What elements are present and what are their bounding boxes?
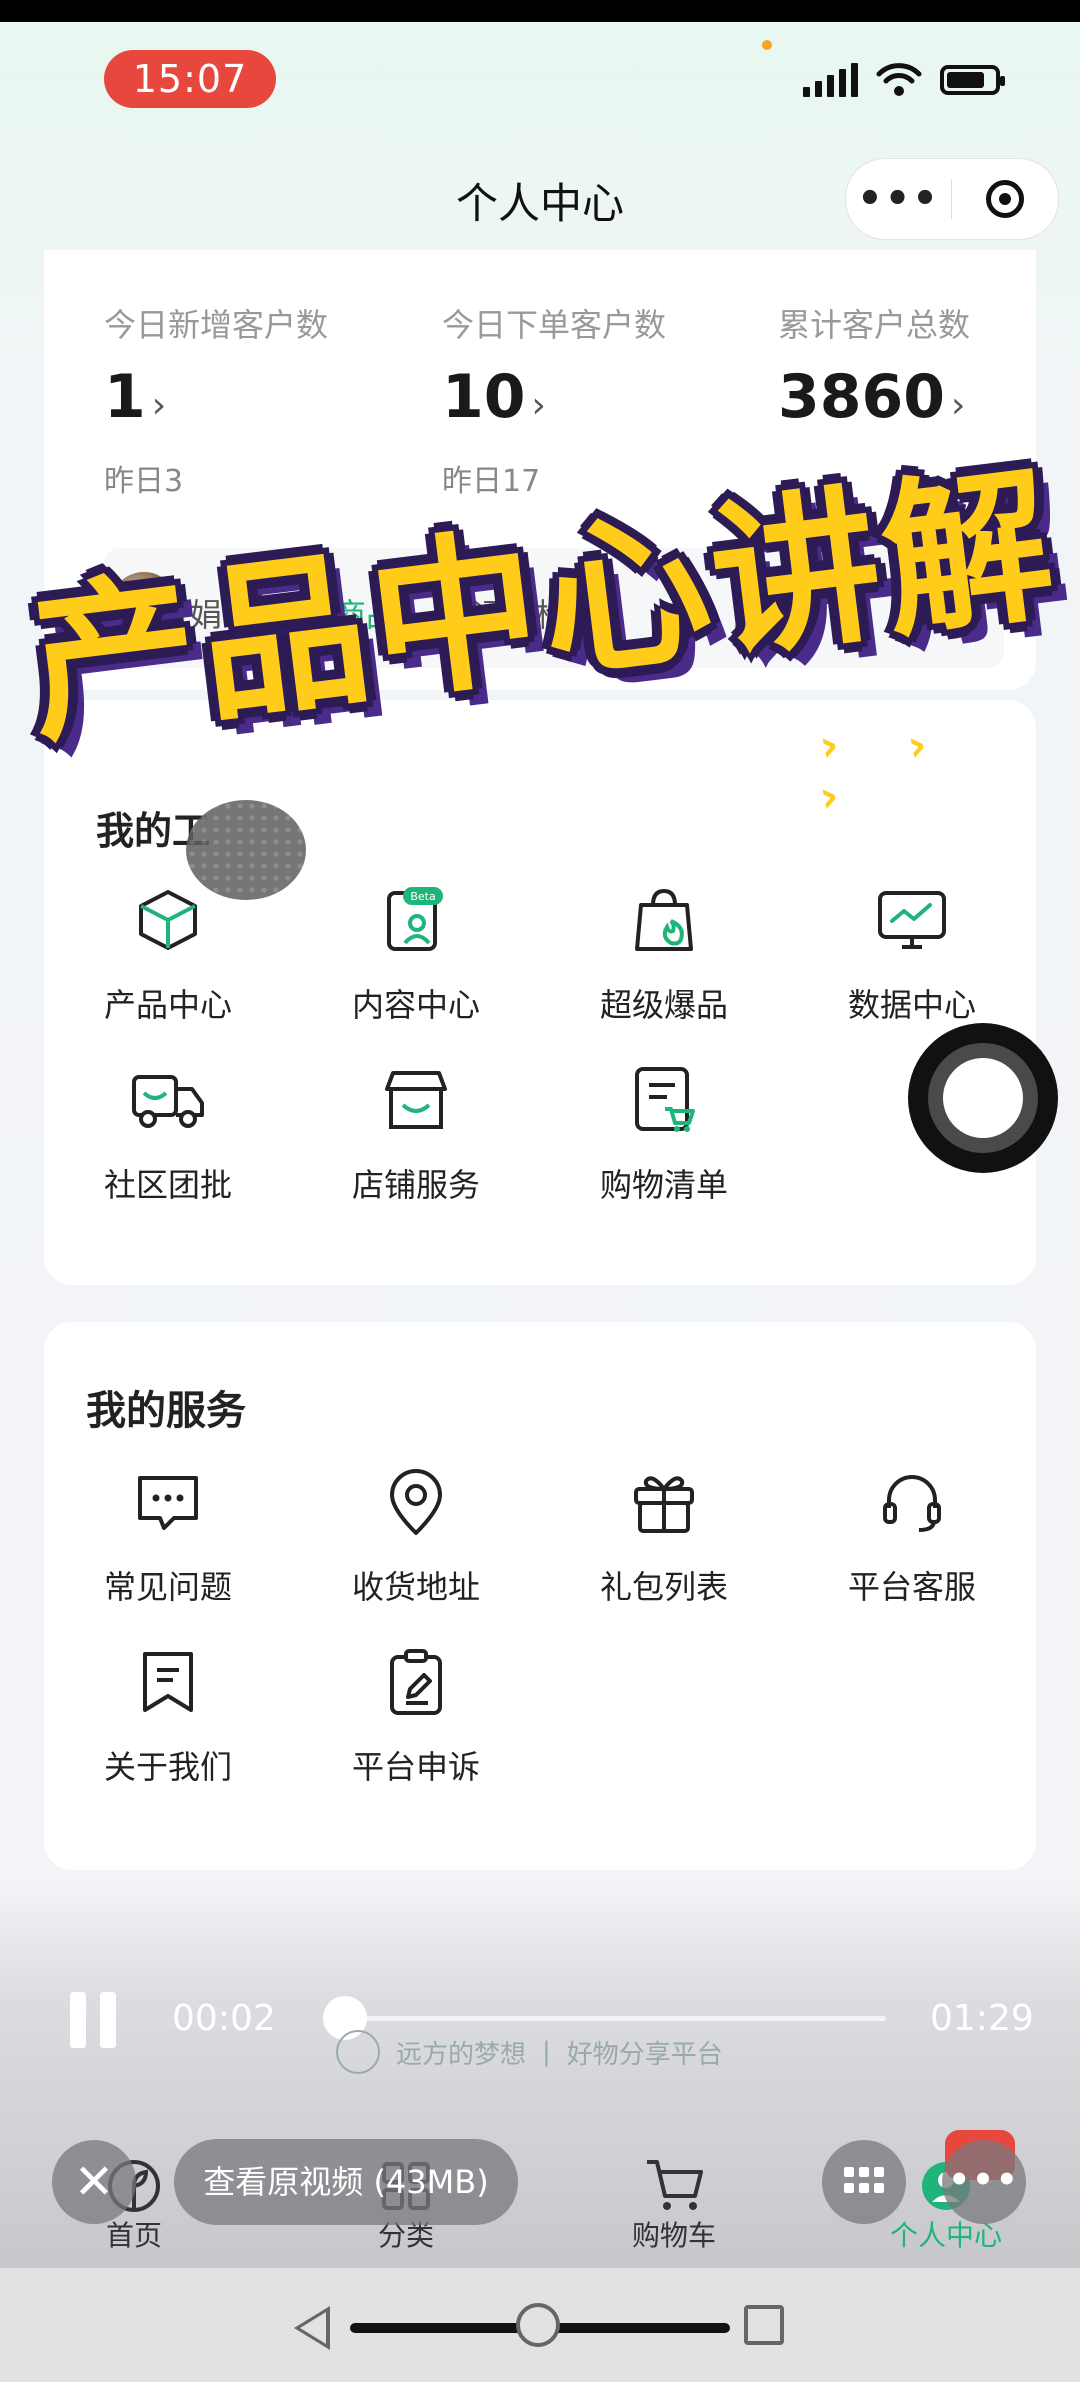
chevron-right-icon: › (951, 385, 966, 426)
chat-bubble-icon (128, 1462, 208, 1542)
service-address[interactable]: 收货地址 (316, 1462, 516, 1608)
shopping-list-icon (624, 1060, 704, 1140)
stat-value: 3860 › (778, 362, 966, 432)
stat-order-customers[interactable]: 今日下单客户数 10 › 昨日17 (442, 300, 762, 500)
target-icon (985, 180, 1024, 218)
clipboard-edit-icon (376, 1642, 456, 1722)
pause-button[interactable] (70, 1992, 120, 2048)
service-appeal[interactable]: 平台申诉 (316, 1642, 516, 1788)
beta-badge: Beta (410, 890, 435, 903)
stat-new-customers[interactable]: 今日新增客户数 1 › 昨日3 (104, 300, 424, 500)
service-about-us[interactable]: 关于我们 (68, 1642, 268, 1788)
shop-icon (376, 1060, 456, 1140)
bottom-tab-bar: 首页 分类 购物车 个人中心 (0, 2140, 1080, 2270)
tool-community-group[interactable]: 社区团批 (68, 1060, 268, 1206)
services-title: 我的服务 (86, 1388, 246, 1434)
hot-bag-icon (624, 880, 704, 960)
more-button[interactable]: ••• (846, 176, 951, 222)
wifi-icon (876, 63, 922, 96)
home-icon[interactable] (516, 2303, 560, 2347)
stat-value: 10 › (442, 362, 546, 432)
video-total-time: 01:29 (930, 1998, 1034, 2039)
cart-icon (594, 2154, 754, 2214)
cube-icon (128, 880, 208, 960)
floating-assistive-button[interactable] (908, 1023, 1058, 1173)
content-beta-icon: Beta (376, 880, 456, 960)
tool-product-center[interactable]: 产品中心 (68, 880, 268, 1026)
headset-icon (872, 1462, 952, 1542)
stat-total-customers[interactable]: 累计客户总数 3860 › (778, 300, 1080, 432)
status-icons (803, 62, 1005, 98)
video-current-time: 00:02 (172, 1998, 276, 2039)
stat-value: 1 › (104, 362, 167, 432)
grid-icon (844, 2167, 884, 2193)
close-video-button[interactable]: ✕ (52, 2140, 136, 2224)
tab-cart[interactable]: 购物车 (594, 2154, 754, 2254)
video-progress-track[interactable] (334, 2016, 886, 2021)
service-gift-list[interactable]: 礼包列表 (564, 1462, 764, 1608)
chevron-decoration: › ›› (814, 718, 932, 824)
monitor-chart-icon (872, 880, 952, 960)
mini-program-capsule[interactable]: ••• (845, 158, 1059, 240)
decorative-dots (186, 800, 306, 900)
signal-icon (803, 63, 858, 97)
service-customer-support[interactable]: 平台客服 (812, 1462, 1012, 1608)
chevron-right-icon: › (531, 385, 546, 426)
stat-label: 累计客户总数 (778, 306, 971, 344)
delivery-truck-icon (128, 1060, 208, 1140)
tool-shopping-list[interactable]: 购物清单 (564, 1060, 764, 1206)
bookmark-icon (128, 1642, 208, 1722)
video-watermark: 远方的梦想 | 好物分享平台 (336, 2030, 723, 2074)
battery-icon (940, 65, 1005, 95)
stat-yesterday: 昨日3 (104, 464, 184, 499)
brand-logo-icon (336, 2030, 380, 2074)
view-original-video-button[interactable]: 查看原视频 (43MB) (174, 2139, 518, 2225)
close-miniprogram-button[interactable] (952, 180, 1057, 218)
tool-data-center[interactable]: 数据中心 (812, 880, 1012, 1026)
tool-content-center[interactable]: Beta 内容中心 (316, 880, 516, 1026)
status-time: 15:07 (104, 50, 276, 108)
gift-icon (624, 1462, 704, 1542)
stat-label: 今日新增客户数 (104, 306, 329, 344)
grid-menu-button[interactable] (822, 2140, 906, 2224)
privacy-indicator (762, 40, 772, 50)
stat-label: 今日下单客户数 (442, 306, 667, 344)
back-icon[interactable] (294, 2306, 330, 2350)
tool-shop-service[interactable]: 店铺服务 (316, 1060, 516, 1206)
chevron-right-icon: › (151, 385, 167, 426)
location-pin-icon (376, 1462, 456, 1542)
top-edge (0, 0, 1080, 22)
tool-super-hot[interactable]: 超级爆品 (564, 880, 764, 1026)
recents-icon[interactable] (744, 2305, 784, 2345)
service-faq[interactable]: 常见问题 (68, 1462, 268, 1608)
more-options-button[interactable]: ••• (942, 2140, 1026, 2224)
